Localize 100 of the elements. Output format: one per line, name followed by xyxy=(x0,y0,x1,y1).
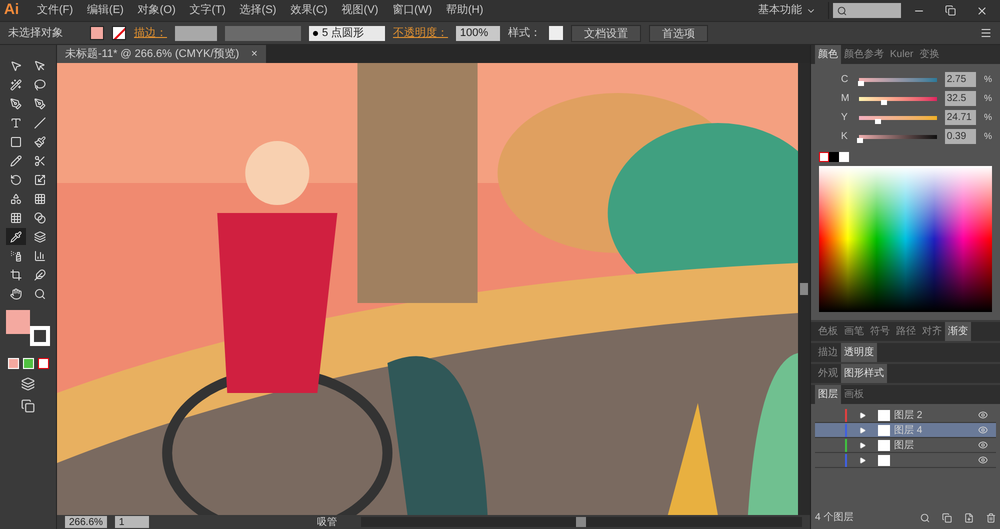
channel-value-field[interactable]: 32.5 xyxy=(944,91,976,106)
percent-unit: % xyxy=(984,110,992,124)
panel-tab[interactable]: 透明度 xyxy=(841,343,877,362)
percent-unit: % xyxy=(984,92,992,105)
toolbar-button[interactable]: 首选项 xyxy=(649,24,708,42)
direct-selection-icon xyxy=(34,60,46,72)
channel-label: Y xyxy=(841,111,849,125)
magic-wand-icon xyxy=(10,78,22,90)
artboard-field[interactable]: 1 xyxy=(114,516,149,528)
layer-row[interactable]: 图层 xyxy=(815,438,996,453)
layer-name: 图层 2 xyxy=(894,408,922,422)
expand-icon[interactable] xyxy=(859,456,866,464)
none-swatch[interactable] xyxy=(819,152,829,162)
opacity-field[interactable]: 100% xyxy=(456,26,500,40)
panel-tab[interactable]: 对齐 xyxy=(919,322,945,341)
percent-unit: % xyxy=(984,130,992,143)
stroke-swatch[interactable] xyxy=(112,26,126,40)
new-layer-icon[interactable] xyxy=(964,512,974,522)
trash-icon[interactable] xyxy=(986,512,996,522)
style-swatch[interactable] xyxy=(549,26,563,40)
slider-thumb[interactable] xyxy=(881,100,888,104)
fill-color-swatch[interactable] xyxy=(6,310,30,334)
mesh-icon xyxy=(10,212,22,224)
search-field[interactable] xyxy=(833,3,901,18)
menu-item[interactable]: 窗口(W) xyxy=(387,2,437,19)
fill-swatch[interactable] xyxy=(90,26,104,40)
menu-item[interactable]: 效果(C) xyxy=(285,2,333,19)
visibility-icon[interactable] xyxy=(978,440,988,450)
document-tab[interactable]: 未标题-11* @ 266.6% (CMYK/预览) × xyxy=(57,45,266,63)
panel-tab[interactable]: 画笔 xyxy=(841,322,867,341)
brush-icon xyxy=(34,136,46,148)
layer-thumbnail xyxy=(878,454,890,466)
stroke-color-swatch[interactable] xyxy=(30,326,50,346)
menu-item[interactable]: 帮助(H) xyxy=(441,2,488,19)
menu-item[interactable]: 文件(F) xyxy=(32,2,78,19)
quick-swatch[interactable] xyxy=(839,152,849,162)
toolbar-button[interactable]: 文档设置 xyxy=(571,24,641,42)
tab-close-button[interactable]: × xyxy=(251,46,258,62)
color-spectrum[interactable] xyxy=(819,166,992,312)
panel-tab[interactable]: 外观 xyxy=(815,364,841,383)
expand-icon[interactable] xyxy=(859,426,866,434)
expand-icon[interactable] xyxy=(859,442,866,448)
menu-item[interactable]: 编辑(E) xyxy=(82,2,129,19)
eyedropper-tool[interactable] xyxy=(6,228,26,245)
zoom-icon xyxy=(34,288,46,300)
scissors-icon xyxy=(34,154,46,166)
zoom-field[interactable]: 266.6% xyxy=(65,516,107,528)
restore-icon[interactable] xyxy=(945,5,956,16)
menu-item[interactable]: 文字(T) xyxy=(184,2,231,19)
layer-count: 4 个图层 xyxy=(815,511,854,525)
none-mode-swatch[interactable] xyxy=(38,358,48,369)
visibility-icon[interactable] xyxy=(978,455,988,465)
lasso-icon xyxy=(34,78,46,90)
panel-tab[interactable]: 渐变 xyxy=(945,322,971,341)
selection-status: 未选择对象 xyxy=(8,26,64,41)
gradient-mode-swatch[interactable] xyxy=(22,358,34,369)
selection-icon xyxy=(10,60,22,72)
panel-tab[interactable]: 描边 xyxy=(815,343,841,362)
slider-thumb[interactable] xyxy=(856,138,863,142)
hand-icon xyxy=(10,288,22,300)
slider-thumb[interactable] xyxy=(858,80,864,86)
layer-thumbnail xyxy=(878,410,890,420)
panel-menu-icon[interactable] xyxy=(980,27,992,39)
scrollbar-thumb[interactable] xyxy=(576,517,586,527)
search-icon xyxy=(837,6,847,16)
panel-tab[interactable]: 图层 xyxy=(815,385,841,404)
panel-tab[interactable]: Kuler xyxy=(887,45,916,64)
panel-tab[interactable]: 变换 xyxy=(916,45,942,64)
color-mode-swatch[interactable] xyxy=(8,358,18,369)
panel-tab[interactable]: 符号 xyxy=(867,322,893,341)
visibility-icon[interactable] xyxy=(978,425,988,435)
channel-value-field[interactable]: 0.39 xyxy=(944,129,976,144)
scrollbar-thumb[interactable] xyxy=(800,283,808,295)
opacity-label[interactable]: 不透明度： xyxy=(393,24,448,42)
stroke-weight-field[interactable] xyxy=(175,26,217,40)
visibility-icon[interactable] xyxy=(978,410,988,420)
panel-tab[interactable]: 颜色参考 xyxy=(841,45,887,64)
panel-tab[interactable]: 画板 xyxy=(841,385,867,404)
app-logo: Ai xyxy=(4,0,20,20)
slider-thumb[interactable] xyxy=(875,118,882,124)
channel-value-field[interactable]: 2.75 xyxy=(944,72,976,87)
quick-swatch[interactable] xyxy=(829,152,839,162)
channel-value-field[interactable]: 24.71 xyxy=(944,110,976,125)
layer-thumbnail xyxy=(878,424,890,436)
variable-width-field[interactable] xyxy=(225,26,301,40)
stroke-label[interactable]: 描边： xyxy=(134,24,167,42)
close-icon[interactable] xyxy=(976,4,988,16)
panel-tab[interactable]: 颜色 xyxy=(815,45,841,64)
expand-icon[interactable] xyxy=(859,412,866,418)
pen-icon xyxy=(10,98,22,110)
panel-tab[interactable]: 路径 xyxy=(893,322,919,341)
menu-item[interactable]: 选择(S) xyxy=(234,2,282,19)
menu-item[interactable]: 对象(O) xyxy=(132,2,181,19)
menu-item[interactable]: 视图(V) xyxy=(336,2,384,19)
panel-tab[interactable]: 色板 xyxy=(815,322,841,341)
panel-tab[interactable]: 图形样式 xyxy=(841,364,887,383)
line-icon xyxy=(34,116,46,128)
layer-row[interactable] xyxy=(815,453,996,468)
workspace-switcher[interactable]: 基本功能 xyxy=(758,2,829,19)
brush-field[interactable]: 5 点圆形 xyxy=(309,26,385,40)
